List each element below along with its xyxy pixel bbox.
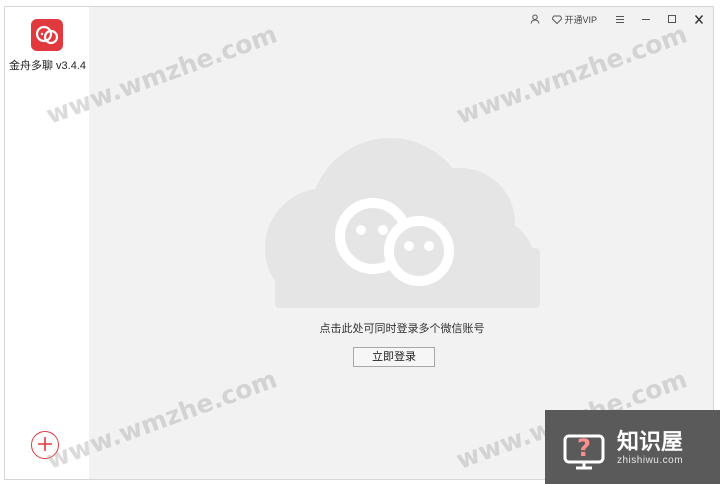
add-account-button[interactable] <box>31 431 59 459</box>
app-logo-icon <box>31 19 63 51</box>
title-bar: 开通VIP <box>524 7 713 31</box>
menu-button[interactable] <box>607 15 633 24</box>
maximize-button[interactable] <box>659 14 685 24</box>
plus-icon <box>38 437 52 451</box>
minimize-button[interactable] <box>633 15 659 24</box>
close-icon <box>694 14 704 24</box>
diamond-icon <box>552 15 563 24</box>
login-hint[interactable]: 点击此处可同时登录多个微信账号 <box>84 320 720 336</box>
vip-label: 开通VIP <box>564 14 597 25</box>
login-button[interactable]: 立即登录 <box>353 347 435 367</box>
user-button[interactable] <box>524 14 546 24</box>
menu-icon <box>616 15 624 23</box>
svg-text:?: ? <box>577 434 591 462</box>
cloud-icon <box>265 138 540 308</box>
user-icon <box>530 14 540 24</box>
badge-title: 知识屋 <box>617 428 684 454</box>
app-title: 金舟多聊 v3.4.4 <box>9 60 87 72</box>
minimize-icon <box>642 18 650 20</box>
site-badge: ? 知识屋 zhishiwu.com <box>545 410 720 484</box>
maximize-icon <box>668 14 676 23</box>
badge-text: 知识屋 zhishiwu.com <box>617 429 683 466</box>
sidebar: 金舟多聊 v3.4.4 <box>5 7 89 479</box>
close-button[interactable] <box>685 14 713 24</box>
vip-button[interactable]: 开通VIP <box>546 13 607 26</box>
badge-subtitle: zhishiwu.com <box>617 454 684 466</box>
question-icon: ? <box>563 434 605 470</box>
